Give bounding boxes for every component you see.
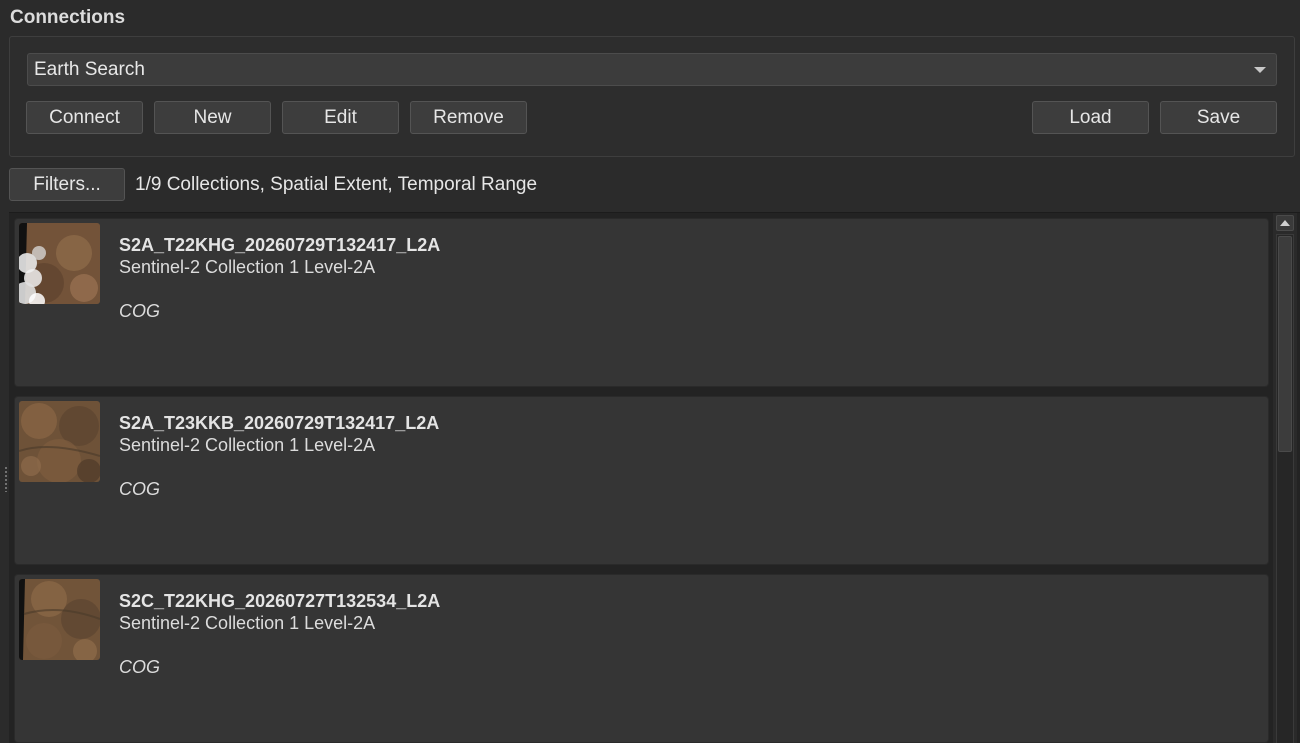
list-item[interactable]: S2A_T23KKB_20260729T132417_L2A Sentinel-… [14, 396, 1269, 565]
list-item[interactable]: S2C_T22KHG_20260727T132534_L2A Sentinel-… [14, 574, 1269, 743]
load-button[interactable]: Load [1032, 101, 1149, 134]
connection-select-value: Earth Search [34, 59, 145, 80]
arrow-up-icon [1280, 220, 1290, 226]
connect-button[interactable]: Connect [26, 101, 143, 134]
cloudy-satellite-thumbnail [19, 223, 100, 304]
vertical-scrollbar[interactable] [1273, 213, 1297, 743]
save-button[interactable]: Save [1160, 101, 1277, 134]
item-format: COG [119, 301, 161, 321]
search-results-list[interactable]: S2A_T22KHG_20260729T132417_L2A Sentinel-… [9, 212, 1300, 743]
item-collection: Sentinel-2 Collection 1 Level-2A [119, 257, 376, 277]
stac-browser-panel: Connections Earth Search Connect New Edi… [0, 0, 1300, 743]
list-item[interactable]: S2A_T22KHG_20260729T132417_L2A Sentinel-… [14, 218, 1269, 387]
item-title: S2A_T23KKB_20260729T132417_L2A [119, 413, 440, 433]
item-title: S2C_T22KHG_20260727T132534_L2A [119, 591, 441, 611]
satellite-thumbnail [19, 579, 100, 660]
scroll-thumb[interactable] [1278, 236, 1292, 452]
new-button[interactable]: New [154, 101, 271, 134]
connections-group: Earth Search Connect New Edit Remove Loa… [9, 36, 1295, 157]
connection-select[interactable]: Earth Search [27, 53, 1277, 86]
splitter-handle[interactable] [4, 466, 8, 492]
item-collection: Sentinel-2 Collection 1 Level-2A [119, 435, 376, 455]
filter-summary: 1/9 Collections, Spatial Extent, Tempora… [135, 174, 538, 195]
chevron-down-icon[interactable] [1254, 67, 1266, 73]
edit-button[interactable]: Edit [282, 101, 399, 134]
item-title: S2A_T22KHG_20260729T132417_L2A [119, 235, 441, 255]
item-format: COG [119, 657, 161, 677]
remove-button[interactable]: Remove [410, 101, 527, 134]
connections-heading: Connections [10, 7, 126, 28]
satellite-thumbnail [19, 401, 100, 482]
filters-button[interactable]: Filters... [9, 168, 125, 201]
item-collection: Sentinel-2 Collection 1 Level-2A [119, 613, 376, 633]
scroll-track[interactable] [1276, 234, 1294, 743]
scroll-up-button[interactable] [1276, 215, 1294, 231]
item-format: COG [119, 479, 161, 499]
